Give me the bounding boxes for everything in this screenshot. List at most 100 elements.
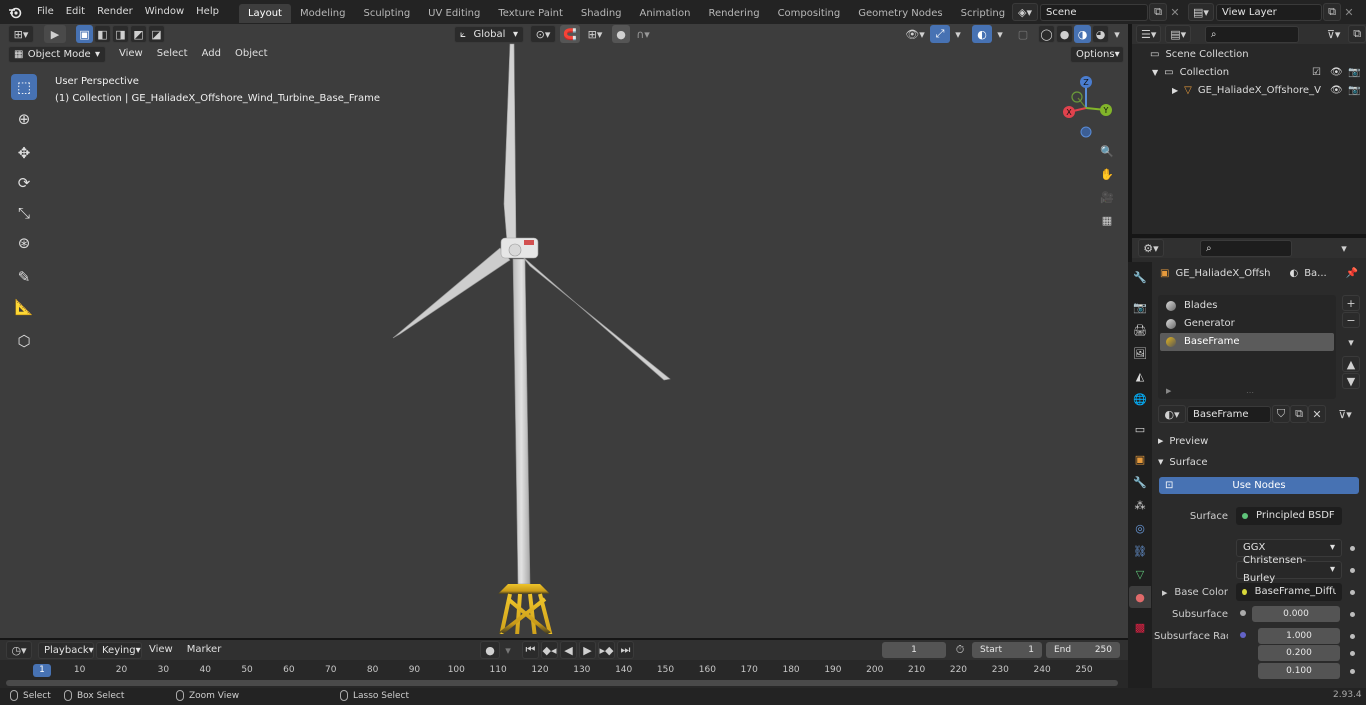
measure-tool-icon[interactable]: 📐 (11, 294, 37, 320)
shading-rendered-icon[interactable]: ◕ (1092, 25, 1109, 43)
expand-arrow-icon[interactable]: ▼ (1152, 64, 1158, 82)
perspective-grid-icon[interactable]: ▦ (1097, 211, 1117, 229)
tab-modeling[interactable]: Modeling (291, 4, 355, 23)
scale-tool-icon[interactable]: ⤡ (11, 200, 37, 226)
subsurface-radius-x-field[interactable]: 1.000 (1258, 628, 1340, 644)
physics-tab-icon[interactable]: ◎ (1129, 517, 1151, 539)
play-reverse-icon[interactable]: ◀ (560, 641, 577, 659)
tab-animation[interactable]: Animation (631, 4, 700, 23)
surface-panel-header[interactable]: ▼ Surface (1158, 453, 1366, 471)
outliner-filter-icon[interactable]: ⊽▾ (1321, 25, 1346, 43)
outliner-object-row[interactable]: ▶ ▽ GE_HaliadeX_Offshore_V 👁 📷 (1132, 82, 1366, 100)
object-mode-select[interactable]: ▦ Object Mode ▾ (8, 45, 106, 63)
modifier-tab-icon[interactable]: 🔧 (1129, 471, 1151, 493)
stopwatch-icon[interactable]: ⏱ (950, 641, 970, 659)
jump-start-icon[interactable]: ⏮ (522, 641, 539, 659)
new-collection-icon[interactable]: ⧉ (1348, 25, 1366, 43)
tab-layout[interactable]: Layout (238, 4, 291, 23)
next-keyframe-icon[interactable]: ▸◆ (598, 641, 615, 659)
new-view-layer-icon[interactable]: ⧉ (1323, 3, 1341, 21)
navigation-gizmo[interactable]: Z Y X (1058, 74, 1114, 140)
select-subtract-icon[interactable]: ◨ (112, 25, 129, 43)
tab-compositing[interactable]: Compositing (769, 4, 850, 23)
visibility-icon[interactable]: 👁▾ (902, 25, 928, 43)
properties-options-icon[interactable]: ▾ (1336, 239, 1352, 257)
gizmo-dropdown-icon[interactable]: ▾ (952, 25, 964, 43)
constraints-tab-icon[interactable]: ⛓ (1129, 540, 1151, 562)
3d-viewport[interactable]: User Perspective (1) Collection | GE_Hal… (0, 43, 1128, 638)
jump-end-icon[interactable]: ⏭ (617, 641, 634, 659)
options-dropdown[interactable]: Options ▾ (1070, 46, 1124, 63)
view-layer-field[interactable]: View Layer (1216, 3, 1322, 21)
menu-window[interactable]: Window (139, 0, 190, 24)
new-scene-icon[interactable]: ⧉ (1149, 3, 1167, 21)
preview-panel-header[interactable]: ▶ Preview (1158, 432, 1366, 450)
subsurface-radius-y-field[interactable]: 0.200 (1258, 645, 1340, 661)
current-frame-field[interactable]: 1 (882, 642, 946, 658)
timeline-area[interactable]: 1 10 20 30 40 50 60 70 80 90 100 110 120 130 140 150 160… (0, 660, 1128, 688)
remove-slot-icon[interactable]: − (1342, 312, 1360, 328)
wind-turbine-model[interactable] (380, 34, 700, 634)
outliner-scene-collection[interactable]: ▭ Scene Collection (1132, 46, 1366, 64)
prev-keyframe-icon[interactable]: ◆◂ (541, 641, 558, 659)
duplicate-material-icon[interactable]: ⧉ (1290, 405, 1308, 423)
object-tab-icon[interactable]: ▣ (1129, 448, 1151, 470)
overlay-toggle-icon[interactable]: ◐ (972, 25, 992, 43)
select-invert-icon[interactable]: ◩ (130, 25, 147, 43)
eye-icon[interactable]: 👁 (1330, 64, 1343, 82)
material-slot-blades[interactable]: Blades (1160, 297, 1334, 315)
outliner-editor-type-icon[interactable]: ☰▾ (1136, 25, 1162, 43)
menu-render[interactable]: Render (91, 0, 139, 24)
particles-tab-icon[interactable]: ⁂ (1129, 494, 1151, 516)
move-slot-up-icon[interactable]: ▲ (1342, 356, 1360, 372)
view-layer-tab-icon[interactable]: 🖼 (1129, 342, 1151, 364)
tab-scripting[interactable]: Scripting (952, 4, 1014, 23)
tab-texture-paint[interactable]: Texture Paint (489, 4, 572, 23)
record-dropdown-icon[interactable]: ▾ (502, 641, 514, 659)
fake-user-icon[interactable]: ⛉ (1272, 405, 1290, 423)
texture-tab-icon[interactable]: ▩ (1129, 616, 1151, 638)
subsurface-radius-z-field[interactable]: 0.100 (1258, 663, 1340, 679)
unlink-material-icon[interactable]: ✕ (1308, 405, 1326, 423)
frame-ruler[interactable]: 1 10 20 30 40 50 60 70 80 90 100 110 120 130 140 150 160… (0, 660, 1128, 676)
blender-logo-icon[interactable] (5, 3, 25, 21)
tab-sculpting[interactable]: Sculpting (354, 4, 419, 23)
delete-view-layer-icon[interactable]: ✕ (1341, 3, 1357, 21)
timeline-editor-type-icon[interactable]: ◷▾ (6, 641, 32, 659)
scene-name-field[interactable]: Scene (1040, 3, 1148, 21)
eye-icon[interactable]: 👁 (1330, 82, 1343, 100)
menu-help[interactable]: Help (190, 0, 225, 24)
move-tool-icon[interactable]: ✥ (11, 140, 37, 166)
record-icon[interactable]: ● (480, 641, 500, 659)
surface-shader-field[interactable]: Principled BSDF (1236, 507, 1342, 525)
shading-solid-icon[interactable]: ● (1056, 25, 1073, 43)
outliner-search-input[interactable]: ⌕ (1204, 25, 1299, 43)
object-data-tab-icon[interactable]: ▽ (1129, 563, 1151, 585)
camera-view-icon[interactable]: 🎥 (1097, 188, 1117, 206)
subsurface-method-select[interactable]: Christensen-Burley ▾ (1236, 555, 1342, 584)
keyframe-dot[interactable] (1350, 634, 1355, 639)
keying-menu[interactable]: Keying ▾ (96, 641, 142, 659)
zoom-icon[interactable]: 🔍 (1097, 142, 1117, 160)
timeline-menu-marker[interactable]: Marker (180, 640, 229, 660)
timeline-menu-view[interactable]: View (142, 640, 180, 660)
browse-material-icon[interactable]: ◐▾ (1158, 405, 1186, 423)
pan-hand-icon[interactable]: ✋ (1097, 165, 1117, 183)
xray-icon[interactable]: ▢ (1014, 25, 1032, 43)
timeline-scrollbar[interactable] (6, 680, 1118, 686)
subsurface-value-field[interactable]: 0.000 (1252, 606, 1340, 622)
viewport-menu-add[interactable]: Add (195, 44, 228, 64)
tab-rendering[interactable]: Rendering (699, 4, 768, 23)
tool-tab-icon[interactable]: 🔧 (1129, 266, 1151, 288)
keyframe-dot[interactable] (1350, 568, 1355, 573)
select-extend-icon[interactable]: ◧ (94, 25, 111, 43)
select-tool-icon[interactable]: ▶ (44, 25, 66, 43)
view-layer-icon[interactable]: ▤▾ (1188, 3, 1214, 21)
viewport-menu-select[interactable]: Select (150, 44, 195, 64)
output-tab-icon[interactable]: 🖨 (1129, 319, 1151, 341)
render-tab-icon[interactable]: 📷 (1129, 296, 1151, 318)
viewport-menu-object[interactable]: Object (228, 44, 275, 64)
exclude-checkbox-icon[interactable]: ☑ (1312, 64, 1321, 82)
camera-render-icon[interactable]: 📷 (1348, 82, 1360, 100)
editor-type-icon[interactable]: ⊞▾ (8, 25, 34, 43)
